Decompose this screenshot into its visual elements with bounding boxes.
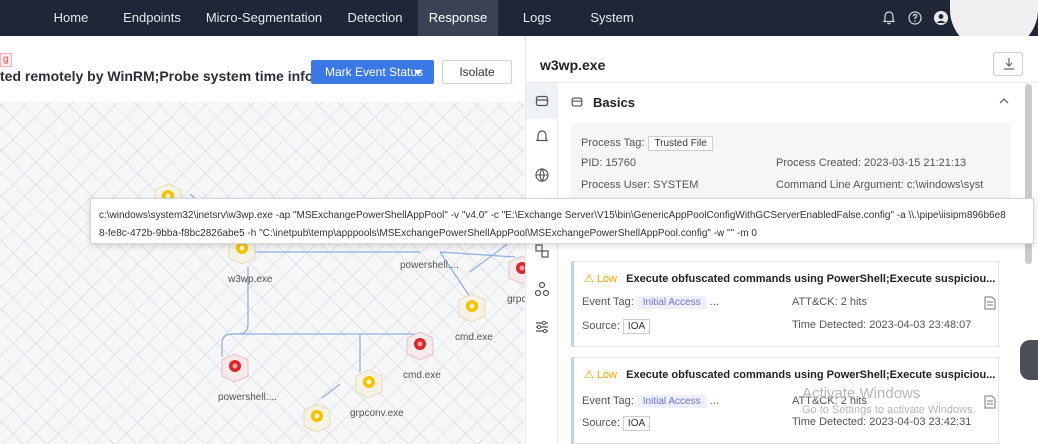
top-nav: Home Endpoints Micro-Segmentation Detect… (0, 0, 1038, 36)
alert-header: ⚠ Low Execute obfuscated commands using … (584, 368, 995, 381)
node-label-cmd: cmd.exe (455, 332, 493, 343)
chevron-down-icon (414, 70, 422, 75)
node-label-powershell-bottom: powershell.... (218, 392, 277, 403)
process-user-value: Process User: SYSTEM (581, 179, 699, 191)
panel-title: w3wp.exe (540, 57, 606, 73)
mark-event-status-button[interactable]: Mark Event Status (311, 60, 434, 84)
hierarchy-icon[interactable] (534, 281, 550, 297)
nav-detection[interactable]: Detection (336, 0, 414, 36)
alert-title: Execute obfuscated commands using PowerS… (626, 369, 996, 381)
command-line-tooltip: c:\windows\system32\inetsrv\w3wp.exe -ap… (90, 198, 1034, 244)
basics-icon[interactable] (534, 93, 550, 109)
user-icon[interactable] (933, 10, 949, 26)
bell-icon[interactable] (881, 10, 897, 26)
attck-hits: ATT&CK: 2 hits (792, 296, 867, 308)
node-label-cmd-threat: cmd.exe (403, 370, 441, 381)
alert-icon[interactable] (534, 129, 550, 145)
node-label-w3wp: w3wp.exe (228, 274, 273, 285)
event-tag-row: Event Tag: Initial Access ... (582, 296, 719, 309)
download-icon (1004, 58, 1014, 70)
process-graph[interactable]: w3wp.exe powershell.... grpc cmd.exe cmd… (0, 102, 536, 444)
source-row: Source: IOA (582, 416, 651, 431)
nav-home[interactable]: Home (40, 0, 102, 36)
pid-value: PID: 15760 (581, 157, 637, 169)
panel-side-rail (526, 83, 558, 444)
tooltip-line-2: 8-fe8c-472b-9bba-f8bc2826abe5 -h "C:\ine… (99, 228, 757, 239)
command-line-value[interactable]: Command Line Argument: c:\windows\syst (776, 179, 983, 191)
collapse-icon[interactable] (998, 96, 1010, 106)
edge (321, 383, 341, 399)
alert-title: Execute obfuscated commands using PowerS… (626, 273, 996, 285)
source-chip: IOA (622, 319, 651, 334)
edge (439, 251, 516, 258)
globe-icon[interactable] (534, 167, 550, 183)
time-detected: Time Detected: 2023-04-03 23:48:07 (792, 319, 972, 331)
download-button[interactable] (993, 52, 1023, 76)
activate-windows-hint: Go to Settings to activate Windows. (802, 404, 976, 416)
node-process-bottom[interactable] (300, 400, 334, 434)
side-widget-handle[interactable] (1020, 340, 1038, 380)
mark-event-status-label: Mark Event Status (325, 65, 424, 79)
panel-divider (526, 82, 1038, 83)
edge (232, 333, 421, 340)
event-tag-chip: Initial Access (636, 395, 707, 408)
process-created-value: Process Created: 2023-03-15 21:21:13 (776, 157, 967, 169)
basics-section-icon (571, 97, 583, 107)
section-title-basics: Basics (593, 95, 635, 110)
source-chip: IOA (622, 416, 651, 431)
nav-logs[interactable]: Logs (506, 0, 568, 36)
isolate-button[interactable]: Isolate (442, 60, 512, 84)
severity-tag: g (0, 53, 12, 67)
document-icon[interactable] (984, 296, 996, 310)
nav-micro-segmentation[interactable]: Micro-Segmentation (200, 0, 328, 36)
activate-windows-watermark: Activate Windows (802, 385, 921, 402)
node-powershell-threat[interactable] (218, 350, 252, 384)
process-tag-chip: Trusted File (648, 136, 713, 151)
node-label-powershell: powershell.... (400, 260, 459, 271)
alert-header: ⚠ Low Execute obfuscated commands using … (584, 272, 995, 285)
node-cmd-threat[interactable] (403, 328, 437, 362)
nav-response[interactable]: Response (418, 0, 498, 36)
node-label-grpc: grpc (507, 294, 527, 305)
alert-card[interactable]: ⚠ Low Execute obfuscated commands using … (571, 357, 999, 444)
node-grpconv-parent[interactable] (352, 366, 386, 400)
document-icon[interactable] (984, 395, 996, 409)
help-icon[interactable] (907, 10, 923, 26)
source-row: Source: IOA (582, 319, 651, 334)
tooltip-line-1: c:\windows\system32\inetsrv\w3wp.exe -ap… (99, 210, 1006, 221)
edge (469, 241, 511, 273)
filter-icon[interactable] (534, 319, 550, 335)
network-icon[interactable] (534, 243, 550, 259)
alert-level-badge: ⚠ Low (584, 369, 618, 381)
node-label-grpconv: grpconv.exe (350, 408, 404, 419)
event-tag-row: Event Tag: Initial Access ... (582, 395, 719, 408)
nav-system[interactable]: System (576, 0, 648, 36)
event-title: ted remotely by WinRM;Probe system time … (0, 68, 343, 84)
time-detected: Time Detected: 2023-04-03 23:42:31 (792, 416, 972, 428)
process-tag-label: Process Tag: (581, 137, 645, 149)
process-tag-row: Process Tag: Trusted File (581, 136, 713, 151)
event-tag-chip: Initial Access (636, 296, 707, 309)
alert-level-badge: ⚠ Low (584, 273, 618, 285)
nav-endpoints[interactable]: Endpoints (112, 0, 192, 36)
node-cmd[interactable] (455, 290, 489, 324)
alert-card[interactable]: ⚠ Low Execute obfuscated commands using … (571, 261, 999, 347)
